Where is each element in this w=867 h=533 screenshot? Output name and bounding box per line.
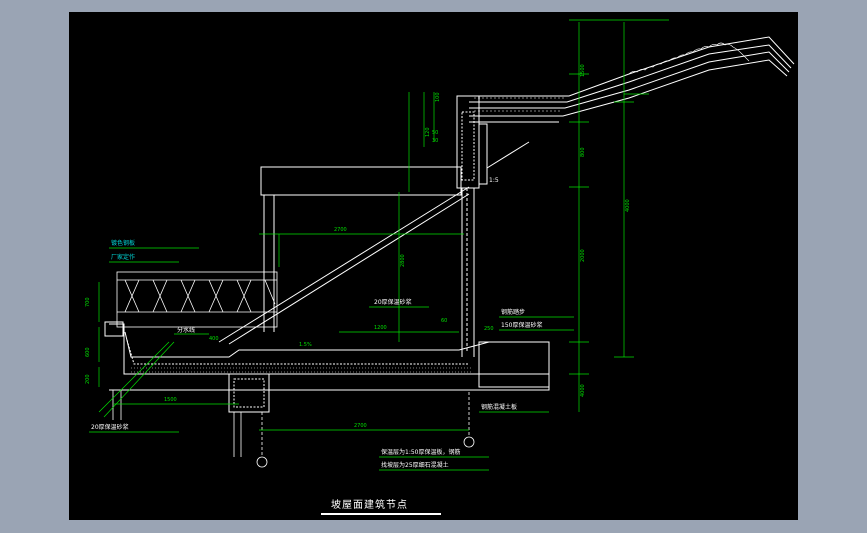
annotation-notes: 镀色钢板 厂家定作 分水线 20厚保温砂浆 20厚保温砂浆 钢筋踏步 150厚保… (91, 177, 542, 469)
dim-label-2000: 2000 (580, 249, 586, 262)
parapet-box (456, 95, 480, 189)
diagonal-2 (228, 193, 470, 345)
slab-hatch (131, 367, 471, 373)
diagonal-slope (218, 141, 530, 345)
dim-label-2700-bottom: 2700 (354, 423, 367, 429)
cad-viewport: 2700 2700 1500 1200 400 60 250 1.5% 4000… (69, 12, 798, 520)
wall-column (456, 95, 488, 357)
note-factory: 厂家定作 (111, 253, 135, 261)
dim-label-4000: 4000 (625, 199, 631, 212)
note-line-2: 找坡层为25厚细石混凝土 (381, 461, 449, 469)
dim-label-400: 400 (209, 336, 219, 342)
beam-rebar (233, 378, 265, 408)
axis-circle-b (463, 436, 475, 448)
diagonal-3 (486, 141, 530, 169)
note-line-1: 保温层为1:50厚保温板，钢筋 (381, 448, 460, 456)
dim-label-120: 120 (425, 127, 431, 137)
dim-label-1500: 1500 (164, 397, 177, 403)
diagonal-1 (218, 186, 470, 343)
beam-drop (228, 373, 270, 413)
dim-label-200: 200 (85, 374, 91, 384)
step-block (478, 341, 550, 388)
note-split-line: 分水线 (177, 326, 195, 334)
dim-label-250: 250 (484, 326, 494, 332)
dim-label-50: 50 (432, 130, 438, 136)
slab-top (124, 331, 550, 367)
slab-insulation (126, 339, 469, 365)
canopy-frame (260, 166, 462, 196)
dim-label-slope: 1.5% (299, 342, 312, 348)
canopy-beam (260, 166, 462, 332)
dim-label-100: 100 (435, 92, 441, 102)
dim-label-600: 600 (85, 347, 91, 357)
drawing-title: 坡屋面建筑节点 (331, 498, 408, 511)
slab-hatch-lines (131, 367, 471, 373)
note-insulation-bottom: 20厚保温砂浆 (91, 423, 129, 431)
sloped-roof (469, 36, 795, 123)
roof-top-line (469, 36, 795, 97)
cad-drawing: 2700 2700 1500 1200 400 60 250 1.5% 4000… (85, 19, 795, 515)
dim-label-4000b: 4000 (580, 384, 586, 397)
eave-strip (478, 123, 488, 185)
lower-wall (112, 390, 242, 457)
axis-circle-a (256, 456, 268, 468)
dim-label-30: 30 (432, 138, 438, 144)
note-steel-step: 钢筋踏步 (501, 308, 525, 316)
roof-tiles (474, 42, 750, 112)
leader-diagonal-1 (98, 341, 170, 413)
dim-label-60: 60 (441, 318, 447, 324)
railing (116, 271, 278, 328)
note-color-steel: 镀色钢板 (111, 239, 135, 247)
dim-label-1500v: 1500 (580, 64, 586, 77)
note-insulation-150: 150厚保温砂浆 (501, 321, 542, 329)
dim-label-2800: 2800 (400, 254, 406, 267)
drawing-title-block: 坡屋面建筑节点 (321, 498, 441, 515)
railing-lattice (124, 279, 276, 313)
note-level: 1:5 (489, 177, 499, 184)
dim-label-1200: 1200 (374, 325, 387, 331)
note-insulation-top: 20厚保温砂浆 (374, 298, 412, 306)
dim-label-800: 800 (580, 147, 586, 157)
dim-label-2700-top: 2700 (334, 227, 347, 233)
roof-layer-2 (469, 51, 790, 109)
dim-label-700: 700 (85, 297, 91, 307)
note-concrete-slab: 钢筋混凝土板 (481, 403, 517, 411)
leader-diagonal-2 (103, 341, 175, 418)
